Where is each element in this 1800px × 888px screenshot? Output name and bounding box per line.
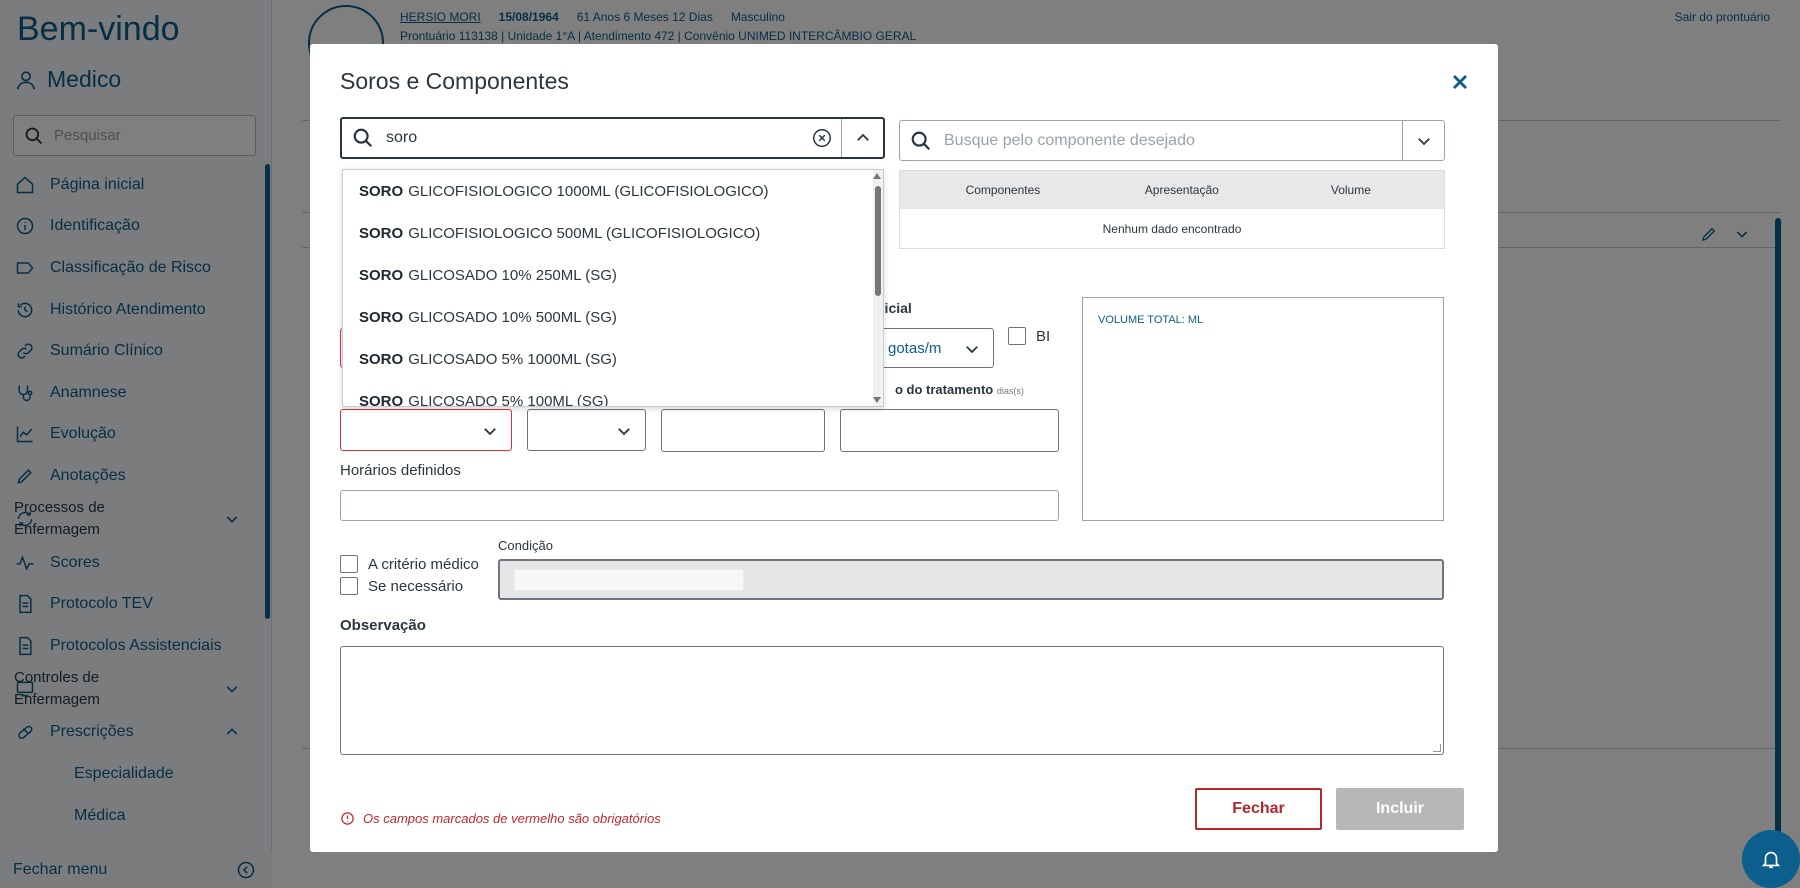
criterio-medico-label: A critério médico [368, 555, 479, 573]
clear-icon[interactable] [811, 127, 833, 149]
column-header-volume[interactable]: Volume [1258, 183, 1444, 197]
condicao-inner [514, 569, 744, 591]
text-field[interactable] [661, 409, 825, 452]
dropdown-option[interactable]: SORO GLICOSADO 10% 250ML (SG) [343, 254, 883, 296]
dropdown-scrollbar[interactable] [873, 170, 883, 406]
se-necessario-checkbox[interactable]: Se necessário [340, 577, 463, 595]
components-table: Componentes Apresentação Volume Nenhum d… [899, 170, 1445, 249]
observacao-textarea[interactable] [340, 646, 1444, 755]
notifications-button[interactable] [1742, 830, 1800, 888]
velocity-unit-value: gotas/m [888, 339, 942, 357]
soro-search-input[interactable] [386, 129, 786, 147]
soros-modal: Soros e Componentes Componentes Apresent… [310, 44, 1498, 852]
chevron-down-icon [1417, 137, 1430, 145]
volume-total-box: VOLUME TOTAL: ML [1082, 297, 1444, 521]
option-text: GLICOSADO 10% 500ML (SG) [408, 308, 617, 326]
option-text: GLICOFISIOLOGICO 500ML (GLICOFISIOLOGICO… [408, 224, 761, 242]
duration-label-text: o do tratamento [895, 382, 994, 397]
dropdown-option[interactable]: SORO GLICOSADO 10% 500ML (SG) [343, 296, 883, 338]
checkbox-box[interactable] [340, 555, 358, 573]
column-header-componentes[interactable]: Componentes [900, 183, 1106, 197]
duration-label: o do tratamento dias(s) [895, 382, 1024, 397]
soro-search-combobox[interactable] [340, 117, 885, 159]
close-icon[interactable] [1448, 70, 1472, 94]
scroll-thumb[interactable] [875, 186, 881, 296]
search-icon [353, 128, 373, 148]
option-match: SORO [359, 350, 404, 368]
condicao-input[interactable] [498, 559, 1444, 600]
chevron-down-icon [966, 346, 978, 354]
option-match: SORO [359, 224, 404, 242]
soro-dropdown-toggle[interactable] [841, 119, 883, 157]
chevron-up-icon [856, 133, 869, 141]
option-match: SORO [359, 182, 404, 200]
dropdown-option[interactable]: SORO GLICOFISIOLOGICO 500ML (GLICOFISIOLO… [343, 212, 883, 254]
horarios-field[interactable] [340, 490, 1059, 521]
observacao-label: Observação [340, 617, 426, 634]
unit-select[interactable] [527, 409, 646, 451]
se-necessario-label: Se necessário [368, 577, 464, 595]
dropdown-option[interactable]: SORO GLICOFISIOLOGICO 1000ML (GLICOFISIOL… [343, 170, 883, 212]
option-text: GLICOFISIOLOGICO 1000ML (GLICOFISIOLOGIC… [408, 182, 769, 200]
option-text: GLICOSADO 10% 250ML (SG) [408, 266, 617, 284]
close-button[interactable]: Fechar [1195, 788, 1322, 830]
component-search-input[interactable] [944, 131, 1384, 150]
option-match: SORO [359, 266, 404, 284]
table-empty-message: Nenhum dado encontrado [1102, 222, 1242, 236]
chevron-down-icon [618, 428, 630, 436]
component-search-combobox[interactable] [899, 120, 1445, 161]
soro-dropdown-list: SORO GLICOFISIOLOGICO 1000ML (GLICOFISIOL… [342, 169, 884, 407]
scroll-down-arrow-icon[interactable] [873, 397, 881, 403]
modal-title: Soros e Componentes [340, 68, 569, 94]
column-header-apresentacao[interactable]: Apresentação [1106, 183, 1258, 197]
required-select[interactable] [340, 409, 512, 451]
option-match: SORO [359, 392, 404, 407]
checkbox-box[interactable] [1008, 327, 1026, 345]
checkbox-box[interactable] [340, 577, 358, 595]
required-note: Os campos marcados de vermelho são obrig… [340, 811, 661, 826]
criterio-medico-checkbox[interactable]: A critério médico [340, 555, 479, 573]
dropdown-option[interactable]: SORO GLICOSADO 5% 100ML (SG) [343, 380, 883, 407]
option-text: GLICOSADO 5% 1000ML (SG) [408, 350, 617, 368]
table-header: Componentes Apresentação Volume [900, 171, 1444, 209]
option-match: SORO [359, 308, 404, 326]
option-text: GLICOSADO 5% 100ML (SG) [408, 392, 609, 407]
component-dropdown-toggle[interactable] [1402, 121, 1444, 160]
dropdown-option[interactable]: SORO GLICOSADO 5% 1000ML (SG) [343, 338, 883, 380]
duration-field[interactable] [840, 409, 1059, 452]
chevron-down-icon [484, 428, 496, 436]
bi-checkbox[interactable]: BI [1008, 327, 1050, 345]
add-button[interactable]: Incluir [1336, 788, 1464, 830]
resize-handle[interactable] [1433, 744, 1441, 752]
scroll-up-arrow-icon[interactable] [873, 173, 881, 179]
required-note-text: Os campos marcados de vermelho são obrig… [363, 811, 661, 826]
duration-unit: dias(s) [996, 386, 1024, 396]
bell-icon [1761, 851, 1781, 869]
horarios-label: Horários definidos [340, 462, 461, 479]
condicao-label: Condição [498, 538, 553, 553]
alert-icon [341, 812, 354, 825]
volume-total-label: VOLUME TOTAL: ML [1098, 314, 1204, 326]
bi-label: BI [1036, 327, 1051, 345]
search-icon [911, 131, 931, 150]
